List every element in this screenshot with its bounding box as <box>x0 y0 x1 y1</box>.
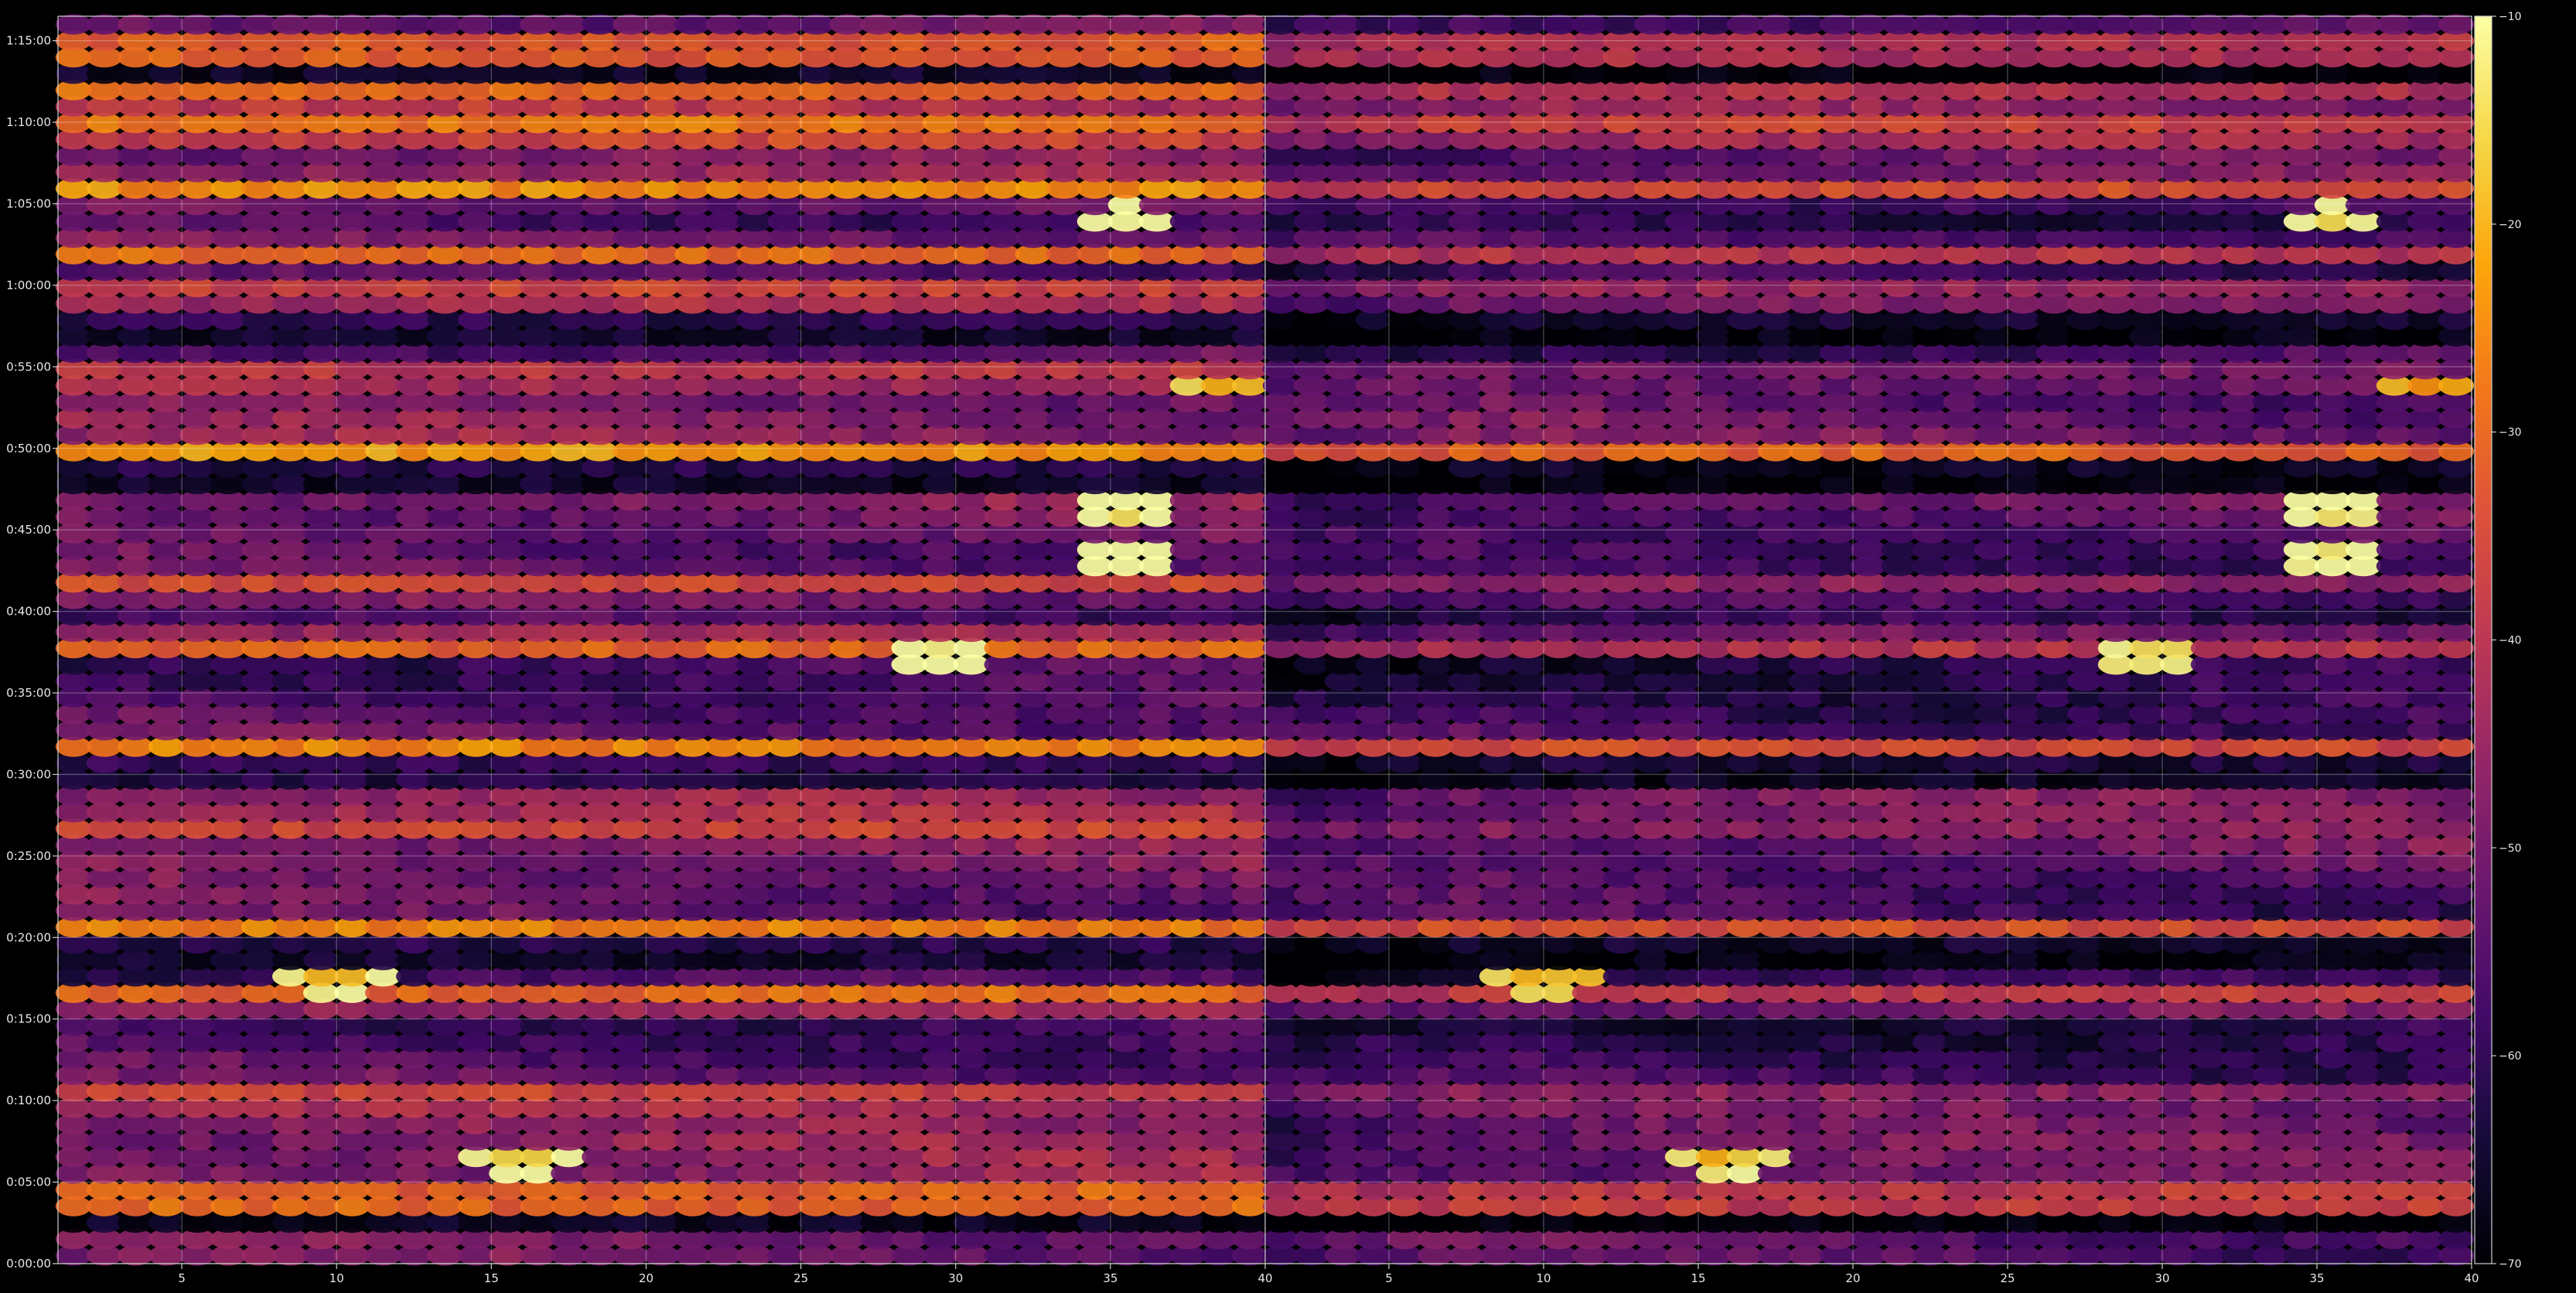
x-tick-label: 35 <box>1103 1271 1117 1285</box>
x-tick-label: 25 <box>793 1271 808 1285</box>
heatmap-cell <box>953 14 990 35</box>
heatmap-cell <box>179 14 216 35</box>
heatmap-cell <box>1107 14 1145 35</box>
heatmap-cell <box>551 14 587 35</box>
heatmap-cell <box>860 14 896 35</box>
heatmap-cell <box>582 14 618 35</box>
heatmap-cell <box>891 14 927 35</box>
heatmap-cell <box>210 14 247 35</box>
heatmap-cell <box>489 14 525 35</box>
heatmap-cell <box>1231 14 1268 35</box>
heatmap-cell <box>272 14 309 35</box>
heatmap-cell <box>148 14 185 35</box>
x-tick-label: 40 <box>1257 1271 1272 1285</box>
heatmap-cell <box>1076 14 1114 35</box>
heatmap-cell <box>984 14 1021 35</box>
heatmap-cell <box>1015 14 1052 35</box>
heatmap-cell <box>736 14 773 35</box>
heatmap-cell <box>117 14 154 35</box>
heatmap-cell <box>365 14 401 35</box>
heatmap-cell <box>427 14 463 35</box>
heatmap-cell <box>922 14 958 35</box>
x-tick-label: 15 <box>484 1271 499 1285</box>
x-tick-label: 30 <box>948 1271 963 1285</box>
heatmap-cell <box>643 14 680 35</box>
heatmap-cell <box>1138 14 1175 35</box>
heatmap-cell <box>674 14 711 35</box>
heatmap-cell <box>303 14 339 35</box>
heatmap-cell <box>520 14 556 35</box>
x-tick-label: 5 <box>178 1271 186 1285</box>
heatmap-panel-left: 5 10 15 20 25 30 35 40 <box>55 14 1273 1285</box>
heatmap-cell <box>458 14 494 35</box>
heatmap-cell <box>396 14 432 35</box>
heatmap-panel-right: 5 10 15 20 25 30 35 40 <box>1262 14 2479 1285</box>
heatmap-cell <box>798 14 834 35</box>
spectrogram-chart: 5 10 15 20 25 30 35 40 5 10 15 20 25 30 35 40 0:00:000… <box>0 0 2576 1293</box>
heatmap-cell <box>767 14 804 35</box>
heatmap-cell <box>829 14 865 35</box>
heatmap-cell <box>1169 14 1206 35</box>
heatmap-cell <box>241 14 278 35</box>
x-tick-label: 10 <box>329 1271 344 1285</box>
heatmap-cell <box>1200 14 1237 35</box>
heatmap-cell <box>612 14 649 35</box>
heatmap-cell <box>705 14 742 35</box>
heatmap-cell <box>1046 14 1083 35</box>
heatmap-cell <box>55 14 92 35</box>
heatmap-cell <box>86 14 123 35</box>
heatmap-cell <box>334 14 370 35</box>
x-tick-label: 20 <box>639 1271 653 1285</box>
